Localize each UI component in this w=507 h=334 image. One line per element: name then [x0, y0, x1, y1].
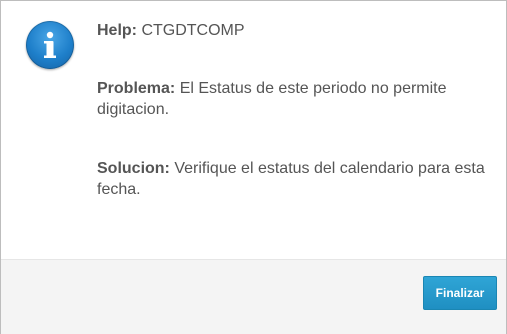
help-dialog: Help: CTGDTCOMP Problema: El Estatus de …: [0, 0, 507, 334]
info-icon: [26, 21, 74, 69]
solucion-label: Solucion:: [97, 160, 170, 177]
dialog-body: Help: CTGDTCOMP Problema: El Estatus de …: [1, 1, 506, 259]
help-label: Help:: [97, 22, 137, 39]
dialog-footer: Finalizar: [1, 259, 506, 334]
finalizar-button[interactable]: Finalizar: [423, 276, 497, 310]
solucion-row: Solucion: Verifique el estatus del calen…: [97, 158, 492, 200]
problema-label: Problema:: [97, 80, 176, 97]
help-code: CTGDTCOMP: [141, 22, 245, 39]
help-row: Help: CTGDTCOMP: [97, 20, 492, 41]
problema-row: Problema: El Estatus de este periodo no …: [97, 78, 492, 120]
